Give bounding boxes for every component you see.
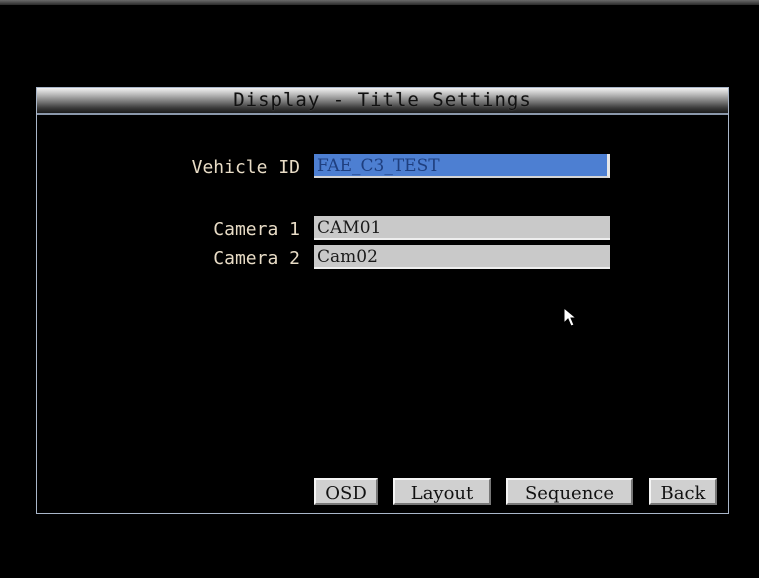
- title-section: Display: [233, 89, 321, 111]
- vehicle-id-field[interactable]: FAE_C3_TEST: [314, 154, 610, 178]
- osd-button[interactable]: OSD: [314, 478, 378, 505]
- top-edge-bar: [0, 0, 759, 5]
- sequence-button[interactable]: Sequence: [506, 478, 633, 505]
- vehicle-id-label: Vehicle ID: [191, 157, 300, 178]
- back-button[interactable]: Back: [649, 478, 717, 505]
- title-settings-dialog: Display - Title Settings: [36, 87, 729, 514]
- camera-2-label: Camera 2: [213, 248, 300, 269]
- camera-2-field[interactable]: Cam02: [314, 245, 610, 269]
- camera-1-label: Camera 1: [213, 219, 300, 240]
- camera-1-field[interactable]: CAM01: [314, 216, 610, 240]
- mouse-pointer-icon: [563, 307, 578, 327]
- layout-button[interactable]: Layout: [393, 478, 491, 505]
- title-page: Title Settings: [357, 89, 532, 111]
- dialog-title-bar: Display - Title Settings: [37, 88, 728, 115]
- title-separator: -: [332, 89, 346, 111]
